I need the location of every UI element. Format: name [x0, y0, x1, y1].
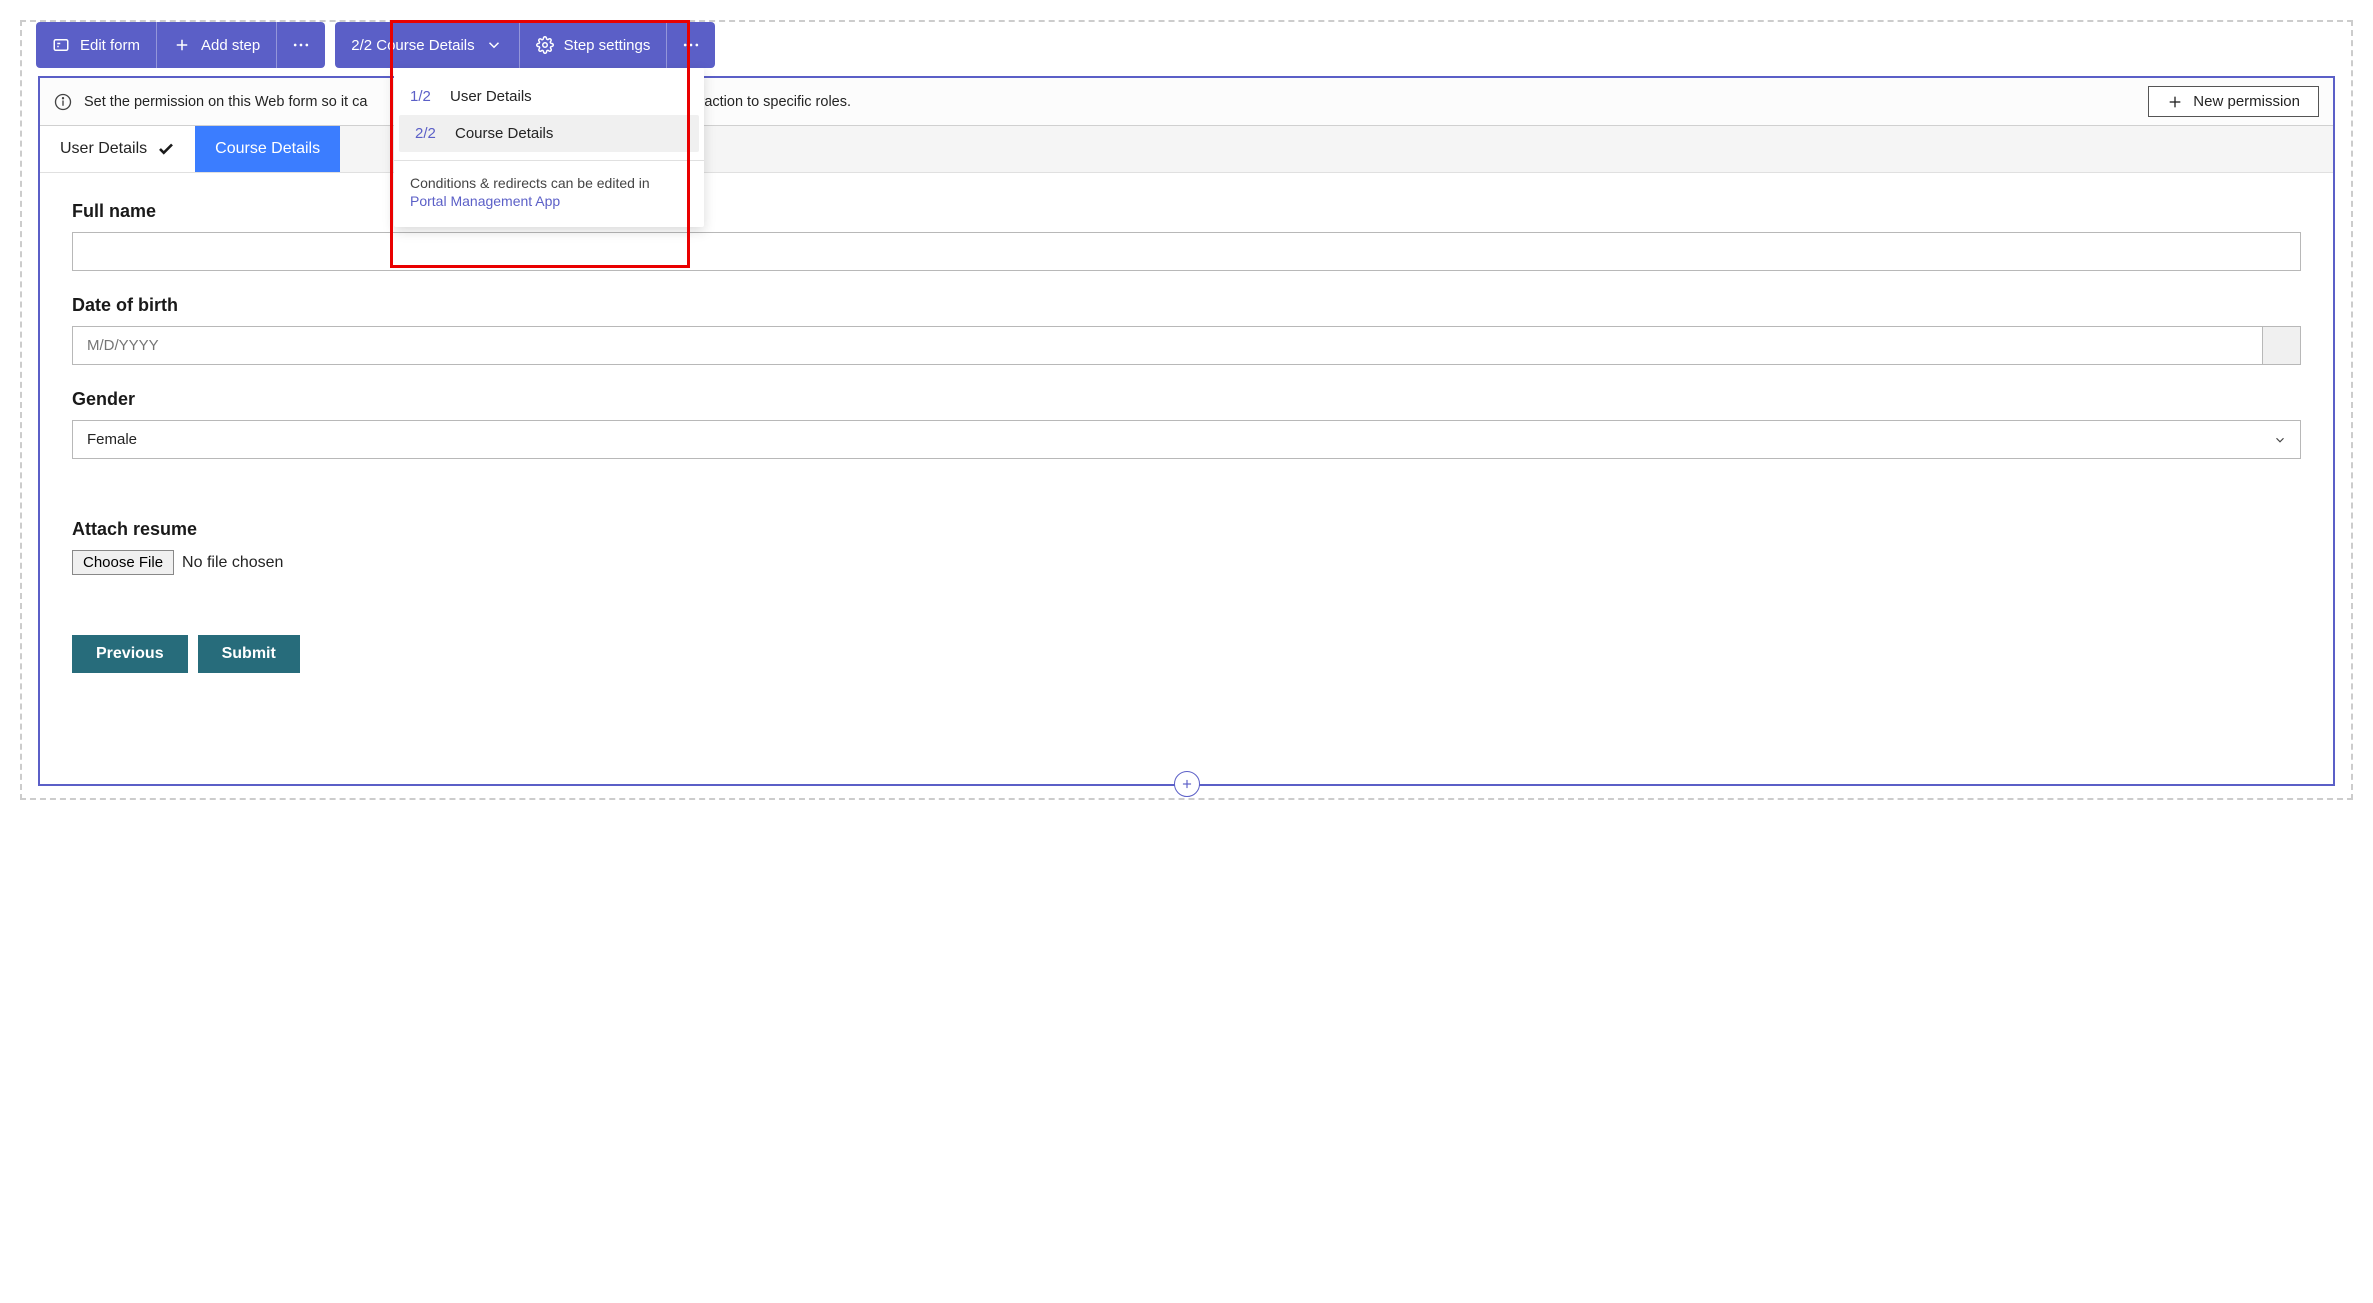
dropdown-footer-text: Conditions & redirects can be edited in: [410, 175, 650, 191]
add-step-button[interactable]: Add step: [157, 22, 277, 68]
chevron-down-icon: [485, 36, 503, 54]
dob-label: Date of birth: [72, 295, 2301, 316]
dob-spinner[interactable]: [2263, 326, 2301, 365]
choose-file-button[interactable]: Choose File: [72, 550, 174, 575]
toolbar-row: Edit form Add step 2/2 Course Details St…: [36, 22, 715, 68]
field-attach-resume: Attach resume Choose File No file chosen: [72, 519, 2301, 575]
field-date-of-birth: Date of birth: [72, 295, 2301, 365]
toolbar-primary: Edit form Add step: [36, 22, 325, 68]
info-icon: [54, 93, 72, 111]
gear-icon: [536, 36, 554, 54]
resume-label: Attach resume: [72, 519, 2301, 540]
toolbar2-more-button[interactable]: [667, 22, 715, 68]
new-permission-button[interactable]: New permission: [2148, 86, 2319, 117]
field-gender: Gender Female: [72, 389, 2301, 459]
full-name-input[interactable]: [72, 232, 2301, 271]
step-selector-label: 2/2 Course Details: [351, 37, 474, 54]
more-icon: [681, 35, 701, 55]
portal-management-link[interactable]: Portal Management App: [410, 193, 688, 209]
check-icon: [157, 140, 175, 158]
form-tabs: User Details Course Details: [40, 126, 2333, 173]
no-file-text: No file chosen: [182, 554, 283, 572]
step-selector-button[interactable]: 2/2 Course Details: [335, 22, 519, 68]
step-name: Course Details: [455, 125, 553, 142]
tab-label: Course Details: [215, 140, 320, 158]
dropdown-footer: Conditions & redirects can be edited in …: [394, 160, 704, 217]
edit-form-label: Edit form: [80, 37, 140, 54]
gender-label: Gender: [72, 389, 2301, 410]
new-permission-label: New permission: [2193, 93, 2300, 110]
tab-user-details[interactable]: User Details: [40, 126, 195, 172]
submit-button[interactable]: Submit: [198, 635, 300, 673]
step-name: User Details: [450, 88, 532, 105]
step-settings-button[interactable]: Step settings: [520, 22, 668, 68]
form-action-buttons: Previous Submit: [72, 635, 2301, 673]
dropdown-step-1[interactable]: 1/2 User Details: [394, 78, 704, 115]
step-dropdown-panel: 1/2 User Details 2/2 Course Details Cond…: [394, 68, 704, 227]
dob-input[interactable]: [72, 326, 2263, 365]
toolbar-step: 2/2 Course Details Step settings: [335, 22, 715, 68]
info-text-left: Set the permission on this Web form so i…: [84, 94, 367, 110]
plus-icon: [1180, 777, 1194, 791]
dropdown-step-2[interactable]: 2/2 Course Details: [399, 115, 699, 152]
step-number: 1/2: [410, 88, 450, 105]
edit-form-button[interactable]: Edit form: [36, 22, 157, 68]
tab-course-details[interactable]: Course Details: [195, 126, 340, 172]
step-settings-label: Step settings: [564, 37, 651, 54]
toolbar1-more-button[interactable]: [277, 22, 325, 68]
permission-info-bar: Set the permission on this Web form so i…: [40, 78, 2333, 126]
form-editor-area: Set the permission on this Web form so i…: [38, 76, 2335, 786]
add-step-label: Add step: [201, 37, 260, 54]
previous-button[interactable]: Previous: [72, 635, 188, 673]
more-icon: [291, 35, 311, 55]
gender-select[interactable]: Female: [72, 420, 2301, 459]
add-below-handle[interactable]: [1174, 771, 1200, 797]
form-icon: [52, 36, 70, 54]
editor-canvas: Edit form Add step 2/2 Course Details St…: [20, 20, 2353, 800]
tab-label: User Details: [60, 140, 147, 158]
step-number: 2/2: [415, 125, 455, 142]
plus-icon: [173, 36, 191, 54]
plus-icon: [2167, 94, 2183, 110]
form-body: Full name Date of birth Gender Female: [40, 173, 2333, 701]
